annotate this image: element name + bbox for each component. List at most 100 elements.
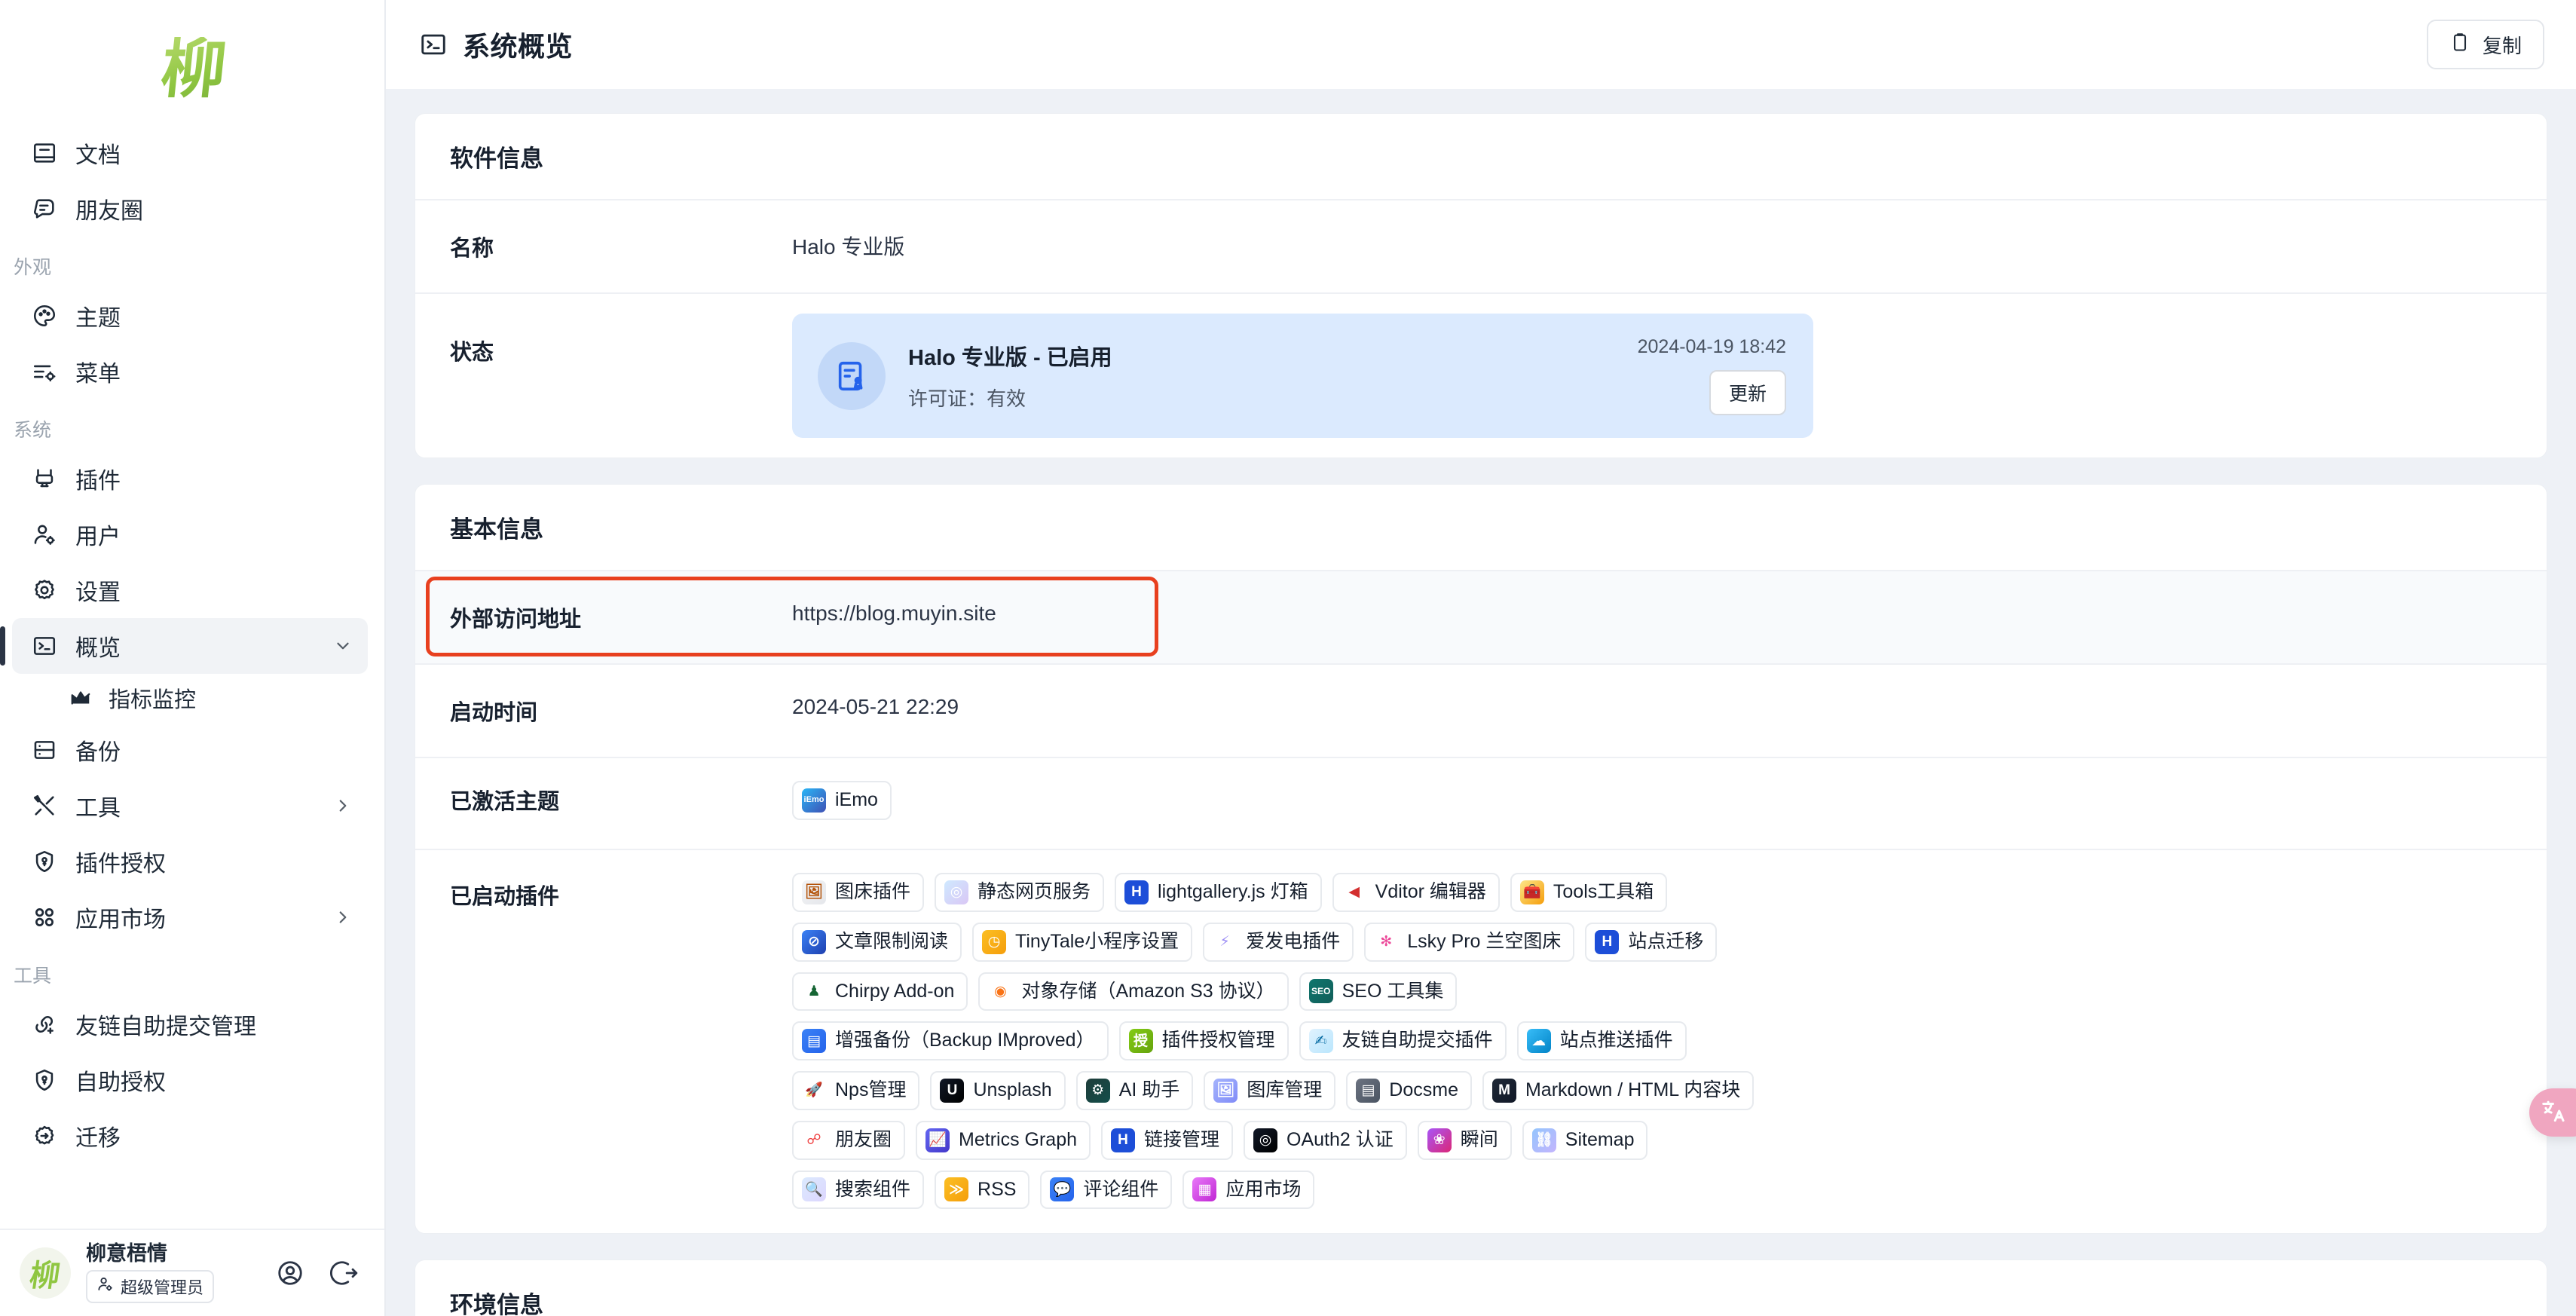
chevron-right-icon[interactable] (333, 796, 353, 816)
avatar[interactable]: 柳 (20, 1247, 71, 1299)
plugin-chip[interactable]: ◎ 静态网页服务 (935, 873, 1105, 912)
plugin-chip[interactable]: ◉ 对象存储（Amazon S3 协议） (978, 972, 1289, 1011)
sidebar-item-migration[interactable]: 迁移 (12, 1108, 368, 1164)
plugin-chip[interactable]: H 站点迁移 (1585, 922, 1718, 962)
plugin-icon: 🖼 (802, 880, 826, 904)
database-icon (32, 737, 57, 763)
page-title-group: 系统概览 (419, 25, 573, 64)
update-button[interactable]: 更新 (1709, 370, 1786, 415)
copy-button[interactable]: 复制 (2426, 20, 2544, 69)
sidebar-item-menu[interactable]: 菜单 (12, 344, 368, 399)
plugin-name: Lsky Pro 兰空图床 (1407, 930, 1562, 952)
plugin-icon: H (1111, 1128, 1135, 1152)
plugin-chip[interactable]: 🧰 Tools工具箱 (1510, 873, 1668, 912)
plugin-chip[interactable]: ⚡ 爱发电插件 (1203, 922, 1354, 962)
user-circle-icon[interactable] (276, 1259, 304, 1287)
plugin-icon-glyph: ◎ (950, 884, 963, 901)
table-row: 名称 Halo 专业版 (415, 200, 2547, 294)
plugin-icon-glyph: ✻ (1380, 934, 1393, 950)
plugin-chip[interactable]: ◀ Vditor 编辑器 (1332, 873, 1500, 912)
plugin-name: 文章限制阅读 (835, 930, 949, 952)
plugin-chip[interactable]: Hlightgallery.js 灯箱 (1115, 873, 1322, 912)
plugin-chip[interactable]: ♟ Chirpy Add-on (792, 972, 968, 1011)
brand-logo-text: 柳 (157, 33, 228, 106)
sidebar-item-self-license[interactable]: 自助授权 (12, 1052, 368, 1108)
plugin-icon: ◎ (1253, 1128, 1278, 1152)
plugin-icon-glyph: H (1602, 934, 1613, 950)
plugin-chip[interactable]: ☁ 站点推送插件 (1516, 1021, 1687, 1060)
sidebar-item-users[interactable]: 用户 (12, 507, 368, 562)
user-name: 柳意梧情 (86, 1242, 167, 1266)
row-label-status: 状态 (450, 341, 494, 365)
sidebar-item-app-market[interactable]: 应用市场 (12, 889, 368, 945)
plugin-chip[interactable]: ⊘ 文章限制阅读 (792, 922, 962, 962)
moments-icon (32, 196, 57, 222)
grid-apps-icon (32, 904, 57, 930)
brand-logo[interactable]: 柳 (0, 14, 384, 125)
plugin-chip[interactable]: U Unsplash (930, 1071, 1066, 1110)
plugin-icon-glyph: 📈 (929, 1132, 947, 1149)
sidebar-item-plugins[interactable]: 插件 (12, 451, 368, 507)
tools-icon (32, 793, 57, 819)
plugin-chip[interactable]: ▦ 应用市场 (1182, 1170, 1315, 1210)
theme-chip[interactable]: iEmo iEmo (792, 781, 892, 820)
plugin-chip[interactable]: H 链接管理 (1101, 1120, 1234, 1160)
plugin-chip[interactable]: 🔍 搜索组件 (792, 1170, 925, 1210)
sidebar-item-plugin-license[interactable]: 插件授权 (12, 834, 368, 889)
sidebar-item-tools[interactable]: 工具 (12, 778, 368, 834)
row-value-theme: iEmo iEmo (792, 758, 2547, 843)
plugin-icon: ✻ (1374, 929, 1399, 954)
plugin-chip[interactable]: ⚙ AI 助手 (1075, 1071, 1194, 1110)
plugin-chip[interactable]: 🚀 Nps管理 (792, 1071, 920, 1110)
terminal-icon (32, 633, 57, 659)
migrate-icon (32, 1123, 57, 1149)
plugin-chip[interactable]: ✍ 友链自助提交插件 (1299, 1021, 1507, 1060)
translate-icon (2540, 1097, 2568, 1129)
plugin-name: 友链自助提交插件 (1342, 1030, 1493, 1051)
plugin-icon-glyph: ☁ (1531, 1033, 1547, 1049)
chevron-down-icon[interactable] (333, 636, 353, 656)
theme-chip-list: iEmo iEmo (792, 781, 1764, 820)
plugin-icon: M (1491, 1078, 1516, 1103)
plugin-icon: ⚙ (1085, 1078, 1110, 1103)
plugin-name: Unsplash (973, 1079, 1052, 1100)
plugin-icon-glyph: ◎ (1259, 1132, 1272, 1149)
plugin-chip[interactable]: ▤ 增强备份（Backup IMproved） (792, 1021, 1109, 1060)
sidebar-item-friend-link-submit[interactable]: 友链自助提交管理 (12, 996, 368, 1052)
plugin-chip[interactable]: ≫ RSS (935, 1170, 1030, 1210)
plugin-chip[interactable]: ◎ OAuth2 认证 (1244, 1120, 1407, 1160)
plugin-chip[interactable]: 🖼 图床插件 (792, 873, 925, 912)
plugin-chip[interactable]: M Markdown / HTML 内容块 (1482, 1071, 1755, 1110)
plugin-chip[interactable]: 授插件授权管理 (1118, 1021, 1289, 1060)
plugin-icon-glyph: ▦ (1198, 1181, 1212, 1198)
sidebar-item-docs[interactable]: 文档 (12, 125, 368, 181)
plugin-chip[interactable]: 💬 评论组件 (1040, 1170, 1173, 1210)
sidebar-item-overview[interactable]: 概览 (0, 618, 368, 674)
plugin-icon-glyph: ◷ (987, 934, 1001, 950)
sidebar-item-metrics[interactable]: 指标监控 (12, 674, 368, 722)
plugin-name: Metrics Graph (959, 1128, 1077, 1150)
plugin-icon: ✍ (1308, 1029, 1333, 1054)
translate-fab-button[interactable] (2529, 1088, 2576, 1137)
sidebar-item-theme[interactable]: 主题 (12, 288, 368, 344)
plugin-chip[interactable]: ◷ TinyTale小程序设置 (972, 922, 1193, 962)
plugin-chip[interactable]: 📈 Metrics Graph (916, 1120, 1091, 1160)
plugin-chip[interactable]: ✻ Lsky Pro 兰空图床 (1364, 922, 1575, 962)
sidebar-item-label: 指标监控 (109, 688, 197, 712)
row-value-name: Halo 专业版 (792, 235, 905, 259)
chevron-right-icon[interactable] (333, 907, 353, 927)
sidebar-item-backup[interactable]: 备份 (12, 722, 368, 778)
sidebar-item-moments[interactable]: 朋友圈 (12, 181, 368, 237)
plugin-chip[interactable]: ☍ 朋友圈 (792, 1120, 906, 1160)
plug-icon (32, 466, 57, 491)
plugin-chip[interactable]: ❀ 瞬间 (1417, 1120, 1512, 1160)
plugin-name: 应用市场 (1225, 1178, 1302, 1200)
plugin-chip[interactable]: ▤ Docsme (1346, 1071, 1472, 1110)
plugin-chip[interactable]: ⛓ Sitemap (1522, 1120, 1648, 1160)
plugin-chip[interactable]: 🖼 图库管理 (1204, 1071, 1336, 1110)
user-role-label: 超级管理员 (121, 1278, 204, 1297)
row-label-plugins: 已启动插件 (450, 885, 560, 909)
plugin-chip[interactable]: SEO SEO 工具集 (1299, 972, 1458, 1011)
sidebar-item-settings[interactable]: 设置 (12, 562, 368, 618)
logout-icon[interactable] (330, 1259, 359, 1287)
